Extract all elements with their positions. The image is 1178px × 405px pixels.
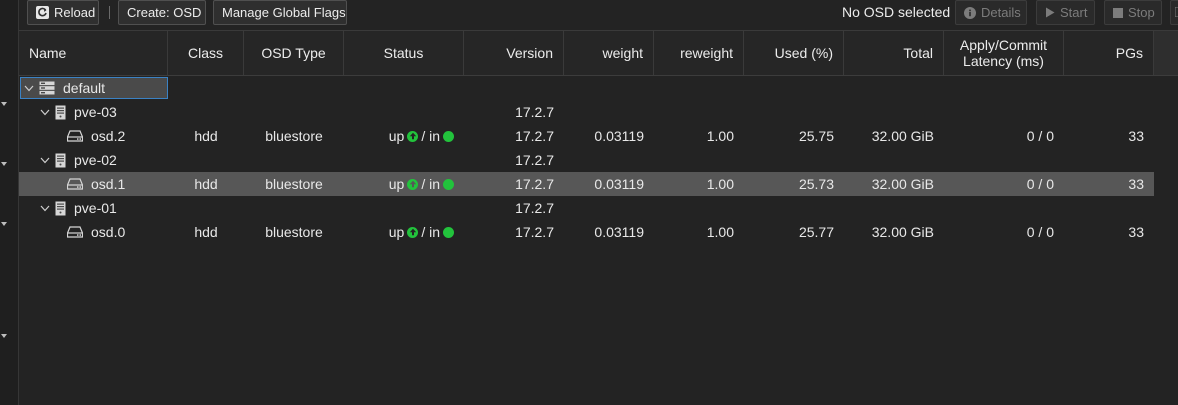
tree-row-host[interactable]: pve-03 17.2.7 <box>19 100 1154 124</box>
column-header-weight[interactable]: weight <box>564 31 654 75</box>
version-cell: 17.2.7 <box>515 104 554 120</box>
column-header-status[interactable]: Status <box>344 31 464 75</box>
name-cell: osd.0 <box>67 220 125 244</box>
status-in-dot-icon <box>443 130 454 142</box>
status-in-dot-icon <box>443 226 454 238</box>
used-cell: 25.75 <box>798 128 834 144</box>
tree-row-host[interactable]: pve-01 17.2.7 <box>19 196 1154 220</box>
manage-global-flags-button[interactable]: Manage Global Flags <box>213 0 347 25</box>
latency-cell: 0 / 0 <box>1026 224 1054 240</box>
weight-cell: 0.03119 <box>594 128 644 144</box>
column-header-latency[interactable]: Apply/Commit Latency (ms) <box>944 31 1064 75</box>
name-cell: pve-02 <box>39 148 117 172</box>
column-header-pgs[interactable]: PGs <box>1064 31 1154 75</box>
status-cell: up / in <box>344 124 464 148</box>
left-navigation-gutter <box>0 0 19 405</box>
server-icon <box>55 153 66 168</box>
server-icon <box>55 201 66 216</box>
column-header-used[interactable]: Used (%) <box>744 31 844 75</box>
reload-button[interactable]: Reload <box>27 0 99 25</box>
server-rack-icon <box>39 81 55 95</box>
pgs-cell: 33 <box>1128 176 1144 192</box>
collapse-arrow-icon[interactable] <box>1 222 7 226</box>
info-icon <box>964 6 976 19</box>
selection-status-text: No OSD selected <box>842 4 951 20</box>
column-header-class[interactable]: Class <box>168 31 244 75</box>
tree-row-root[interactable]: default <box>19 76 1154 100</box>
more-actions-button[interactable] <box>1170 0 1178 25</box>
name-cell: default <box>23 76 105 100</box>
version-cell: 17.2.7 <box>515 152 554 168</box>
class-cell: hdd <box>194 176 218 192</box>
reweight-cell: 1.00 <box>706 224 734 240</box>
chevron-down-icon[interactable] <box>23 82 35 94</box>
tree-row-host[interactable]: pve-02 17.2.7 <box>19 148 1154 172</box>
pgs-cell: 33 <box>1128 128 1144 144</box>
osd-type-cell: bluestore <box>265 224 323 240</box>
collapse-arrow-icon[interactable] <box>1 162 7 166</box>
weight-cell: 0.03119 <box>594 224 644 240</box>
details-button[interactable]: Details <box>955 0 1027 25</box>
column-header-total[interactable]: Total <box>844 31 944 75</box>
status-in-dot-icon <box>443 178 454 190</box>
status-up-arrow-icon <box>407 178 419 190</box>
version-cell: 17.2.7 <box>515 224 554 240</box>
name-cell: osd.2 <box>67 124 125 148</box>
total-cell: 32.00 GiB <box>871 176 934 192</box>
column-header-osd-type[interactable]: OSD Type <box>244 31 344 75</box>
latency-cell: 0 / 0 <box>1026 128 1054 144</box>
start-button[interactable]: Start <box>1036 0 1095 25</box>
total-cell: 32.00 GiB <box>871 224 934 240</box>
play-icon <box>1045 7 1055 18</box>
create-osd-button[interactable]: Create: OSD <box>118 0 206 25</box>
hard-drive-icon <box>67 226 83 238</box>
hard-drive-icon <box>67 130 83 142</box>
total-cell: 32.00 GiB <box>871 128 934 144</box>
weight-cell: 0.03119 <box>594 176 644 192</box>
class-cell: hdd <box>194 128 218 144</box>
tree-row-osd-selected[interactable]: osd.1 hdd bluestore up / in 17.2.7 0.031… <box>19 172 1154 196</box>
stop-icon <box>1113 7 1123 18</box>
collapse-arrow-icon[interactable] <box>1 102 7 106</box>
version-cell: 17.2.7 <box>515 128 554 144</box>
used-cell: 25.73 <box>798 176 834 192</box>
name-cell: pve-03 <box>39 100 117 124</box>
tree-row-osd[interactable]: osd.0 hdd bluestore up / in 17.2.7 0.031… <box>19 220 1154 244</box>
collapse-arrow-icon[interactable] <box>1 334 7 338</box>
toolbar-separator <box>109 6 110 19</box>
grid-header: Name Class OSD Type Status Version weigh… <box>19 31 1154 76</box>
pgs-cell: 33 <box>1128 224 1144 240</box>
tree-row-osd[interactable]: osd.2 hdd bluestore up / in 17.2.7 0.031… <box>19 124 1154 148</box>
refresh-icon <box>36 6 49 19</box>
latency-cell: 0 / 0 <box>1026 176 1054 192</box>
status-up-arrow-icon <box>407 130 419 142</box>
class-cell: hdd <box>194 224 218 240</box>
header-scroll-filler <box>1154 31 1178 76</box>
chevron-down-icon[interactable] <box>39 106 51 118</box>
osd-type-cell: bluestore <box>265 128 323 144</box>
version-cell: 17.2.7 <box>515 200 554 216</box>
server-icon <box>55 105 66 120</box>
chevron-down-icon[interactable] <box>39 202 51 214</box>
column-header-name[interactable]: Name <box>19 31 168 75</box>
status-up-arrow-icon <box>407 226 419 238</box>
column-header-reweight[interactable]: reweight <box>654 31 744 75</box>
column-header-version[interactable]: Version <box>464 31 564 75</box>
reweight-cell: 1.00 <box>706 128 734 144</box>
stop-button[interactable]: Stop <box>1104 0 1162 25</box>
status-cell: up / in <box>344 220 464 244</box>
version-cell: 17.2.7 <box>515 176 554 192</box>
name-cell: pve-01 <box>39 196 117 220</box>
osd-type-cell: bluestore <box>265 176 323 192</box>
hard-drive-icon <box>67 178 83 190</box>
status-cell: up / in <box>344 172 464 196</box>
name-cell: osd.1 <box>67 172 125 196</box>
chevron-down-icon[interactable] <box>39 154 51 166</box>
used-cell: 25.77 <box>798 224 834 240</box>
osd-tree-grid: Name Class OSD Type Status Version weigh… <box>19 30 1178 405</box>
osd-toolbar: Reload Create: OSD Manage Global Flags N… <box>19 0 1178 30</box>
reweight-cell: 1.00 <box>706 176 734 192</box>
